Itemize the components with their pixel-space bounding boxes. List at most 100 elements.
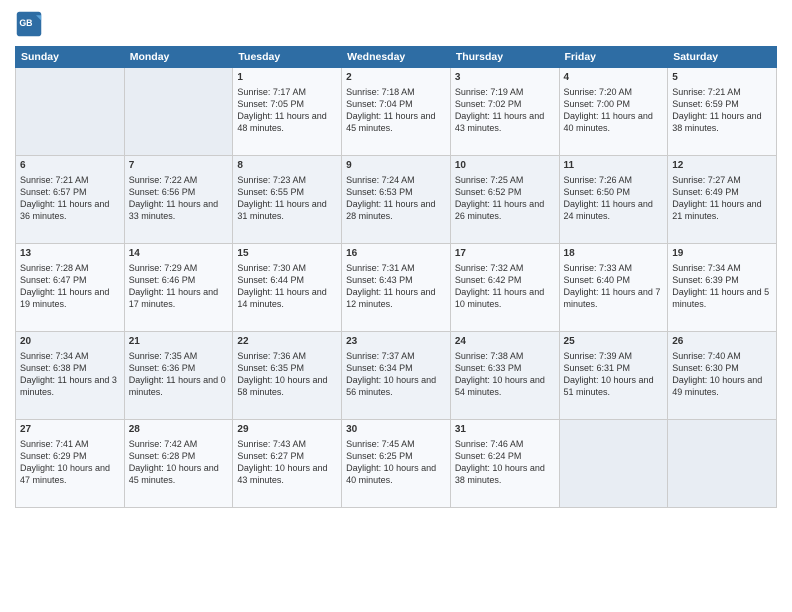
day-number: 4 — [564, 71, 664, 85]
day-number: 20 — [20, 335, 120, 349]
day-number: 14 — [129, 247, 229, 261]
cell-details: Sunrise: 7:21 AM Sunset: 6:59 PM Dayligh… — [672, 86, 772, 135]
day-number: 7 — [129, 159, 229, 173]
calendar-cell: 6Sunrise: 7:21 AM Sunset: 6:57 PM Daylig… — [16, 156, 125, 244]
weekday-header-monday: Monday — [124, 47, 233, 68]
calendar-week-row: 13Sunrise: 7:28 AM Sunset: 6:47 PM Dayli… — [16, 244, 777, 332]
calendar-cell: 21Sunrise: 7:35 AM Sunset: 6:36 PM Dayli… — [124, 332, 233, 420]
calendar-cell: 14Sunrise: 7:29 AM Sunset: 6:46 PM Dayli… — [124, 244, 233, 332]
cell-details: Sunrise: 7:23 AM Sunset: 6:55 PM Dayligh… — [237, 174, 337, 223]
cell-details: Sunrise: 7:17 AM Sunset: 7:05 PM Dayligh… — [237, 86, 337, 135]
cell-details: Sunrise: 7:39 AM Sunset: 6:31 PM Dayligh… — [564, 350, 664, 399]
cell-details: Sunrise: 7:34 AM Sunset: 6:39 PM Dayligh… — [672, 262, 772, 311]
day-number: 9 — [346, 159, 446, 173]
calendar-week-row: 27Sunrise: 7:41 AM Sunset: 6:29 PM Dayli… — [16, 420, 777, 508]
cell-details: Sunrise: 7:32 AM Sunset: 6:42 PM Dayligh… — [455, 262, 555, 311]
calendar-cell: 12Sunrise: 7:27 AM Sunset: 6:49 PM Dayli… — [668, 156, 777, 244]
calendar-cell: 4Sunrise: 7:20 AM Sunset: 7:00 PM Daylig… — [559, 68, 668, 156]
day-number: 16 — [346, 247, 446, 261]
calendar-week-row: 1Sunrise: 7:17 AM Sunset: 7:05 PM Daylig… — [16, 68, 777, 156]
cell-details: Sunrise: 7:30 AM Sunset: 6:44 PM Dayligh… — [237, 262, 337, 311]
day-number: 25 — [564, 335, 664, 349]
day-number: 27 — [20, 423, 120, 437]
calendar-cell: 20Sunrise: 7:34 AM Sunset: 6:38 PM Dayli… — [16, 332, 125, 420]
day-number: 29 — [237, 423, 337, 437]
weekday-header-thursday: Thursday — [450, 47, 559, 68]
weekday-header-wednesday: Wednesday — [342, 47, 451, 68]
calendar-cell: 23Sunrise: 7:37 AM Sunset: 6:34 PM Dayli… — [342, 332, 451, 420]
day-number: 8 — [237, 159, 337, 173]
calendar-cell: 26Sunrise: 7:40 AM Sunset: 6:30 PM Dayli… — [668, 332, 777, 420]
cell-details: Sunrise: 7:41 AM Sunset: 6:29 PM Dayligh… — [20, 438, 120, 487]
calendar-cell: 13Sunrise: 7:28 AM Sunset: 6:47 PM Dayli… — [16, 244, 125, 332]
calendar-cell: 28Sunrise: 7:42 AM Sunset: 6:28 PM Dayli… — [124, 420, 233, 508]
cell-details: Sunrise: 7:34 AM Sunset: 6:38 PM Dayligh… — [20, 350, 120, 399]
cell-details: Sunrise: 7:38 AM Sunset: 6:33 PM Dayligh… — [455, 350, 555, 399]
weekday-header-friday: Friday — [559, 47, 668, 68]
calendar-cell: 9Sunrise: 7:24 AM Sunset: 6:53 PM Daylig… — [342, 156, 451, 244]
logo: GB — [15, 10, 47, 38]
logo-icon: GB — [15, 10, 43, 38]
day-number: 1 — [237, 71, 337, 85]
calendar-cell — [668, 420, 777, 508]
day-number: 15 — [237, 247, 337, 261]
day-number: 28 — [129, 423, 229, 437]
day-number: 3 — [455, 71, 555, 85]
cell-details: Sunrise: 7:20 AM Sunset: 7:00 PM Dayligh… — [564, 86, 664, 135]
cell-details: Sunrise: 7:27 AM Sunset: 6:49 PM Dayligh… — [672, 174, 772, 223]
cell-details: Sunrise: 7:45 AM Sunset: 6:25 PM Dayligh… — [346, 438, 446, 487]
cell-details: Sunrise: 7:33 AM Sunset: 6:40 PM Dayligh… — [564, 262, 664, 311]
calendar-cell — [559, 420, 668, 508]
calendar-cell: 8Sunrise: 7:23 AM Sunset: 6:55 PM Daylig… — [233, 156, 342, 244]
calendar-cell: 1Sunrise: 7:17 AM Sunset: 7:05 PM Daylig… — [233, 68, 342, 156]
cell-details: Sunrise: 7:31 AM Sunset: 6:43 PM Dayligh… — [346, 262, 446, 311]
weekday-header-saturday: Saturday — [668, 47, 777, 68]
day-number: 31 — [455, 423, 555, 437]
calendar-week-row: 20Sunrise: 7:34 AM Sunset: 6:38 PM Dayli… — [16, 332, 777, 420]
day-number: 22 — [237, 335, 337, 349]
weekday-header-row: SundayMondayTuesdayWednesdayThursdayFrid… — [16, 47, 777, 68]
calendar-cell: 25Sunrise: 7:39 AM Sunset: 6:31 PM Dayli… — [559, 332, 668, 420]
calendar-cell: 27Sunrise: 7:41 AM Sunset: 6:29 PM Dayli… — [16, 420, 125, 508]
day-number: 13 — [20, 247, 120, 261]
day-number: 17 — [455, 247, 555, 261]
calendar-cell: 24Sunrise: 7:38 AM Sunset: 6:33 PM Dayli… — [450, 332, 559, 420]
calendar-cell: 31Sunrise: 7:46 AM Sunset: 6:24 PM Dayli… — [450, 420, 559, 508]
day-number: 11 — [564, 159, 664, 173]
calendar-cell — [16, 68, 125, 156]
calendar-cell: 22Sunrise: 7:36 AM Sunset: 6:35 PM Dayli… — [233, 332, 342, 420]
cell-details: Sunrise: 7:40 AM Sunset: 6:30 PM Dayligh… — [672, 350, 772, 399]
cell-details: Sunrise: 7:25 AM Sunset: 6:52 PM Dayligh… — [455, 174, 555, 223]
day-number: 19 — [672, 247, 772, 261]
cell-details: Sunrise: 7:29 AM Sunset: 6:46 PM Dayligh… — [129, 262, 229, 311]
calendar-cell: 16Sunrise: 7:31 AM Sunset: 6:43 PM Dayli… — [342, 244, 451, 332]
cell-details: Sunrise: 7:36 AM Sunset: 6:35 PM Dayligh… — [237, 350, 337, 399]
page: GB SundayMondayTuesdayWednesdayThursdayF… — [0, 0, 792, 612]
cell-details: Sunrise: 7:18 AM Sunset: 7:04 PM Dayligh… — [346, 86, 446, 135]
cell-details: Sunrise: 7:37 AM Sunset: 6:34 PM Dayligh… — [346, 350, 446, 399]
cell-details: Sunrise: 7:42 AM Sunset: 6:28 PM Dayligh… — [129, 438, 229, 487]
svg-text:GB: GB — [19, 18, 32, 28]
cell-details: Sunrise: 7:19 AM Sunset: 7:02 PM Dayligh… — [455, 86, 555, 135]
calendar-cell — [124, 68, 233, 156]
cell-details: Sunrise: 7:43 AM Sunset: 6:27 PM Dayligh… — [237, 438, 337, 487]
calendar-cell: 7Sunrise: 7:22 AM Sunset: 6:56 PM Daylig… — [124, 156, 233, 244]
cell-details: Sunrise: 7:24 AM Sunset: 6:53 PM Dayligh… — [346, 174, 446, 223]
cell-details: Sunrise: 7:22 AM Sunset: 6:56 PM Dayligh… — [129, 174, 229, 223]
cell-details: Sunrise: 7:28 AM Sunset: 6:47 PM Dayligh… — [20, 262, 120, 311]
calendar-cell: 2Sunrise: 7:18 AM Sunset: 7:04 PM Daylig… — [342, 68, 451, 156]
day-number: 5 — [672, 71, 772, 85]
calendar-cell: 19Sunrise: 7:34 AM Sunset: 6:39 PM Dayli… — [668, 244, 777, 332]
calendar-week-row: 6Sunrise: 7:21 AM Sunset: 6:57 PM Daylig… — [16, 156, 777, 244]
day-number: 24 — [455, 335, 555, 349]
cell-details: Sunrise: 7:35 AM Sunset: 6:36 PM Dayligh… — [129, 350, 229, 399]
cell-details: Sunrise: 7:46 AM Sunset: 6:24 PM Dayligh… — [455, 438, 555, 487]
day-number: 10 — [455, 159, 555, 173]
day-number: 21 — [129, 335, 229, 349]
header: GB — [15, 10, 777, 38]
calendar-cell: 29Sunrise: 7:43 AM Sunset: 6:27 PM Dayli… — [233, 420, 342, 508]
calendar-cell: 17Sunrise: 7:32 AM Sunset: 6:42 PM Dayli… — [450, 244, 559, 332]
calendar-cell: 18Sunrise: 7:33 AM Sunset: 6:40 PM Dayli… — [559, 244, 668, 332]
cell-details: Sunrise: 7:26 AM Sunset: 6:50 PM Dayligh… — [564, 174, 664, 223]
day-number: 30 — [346, 423, 446, 437]
